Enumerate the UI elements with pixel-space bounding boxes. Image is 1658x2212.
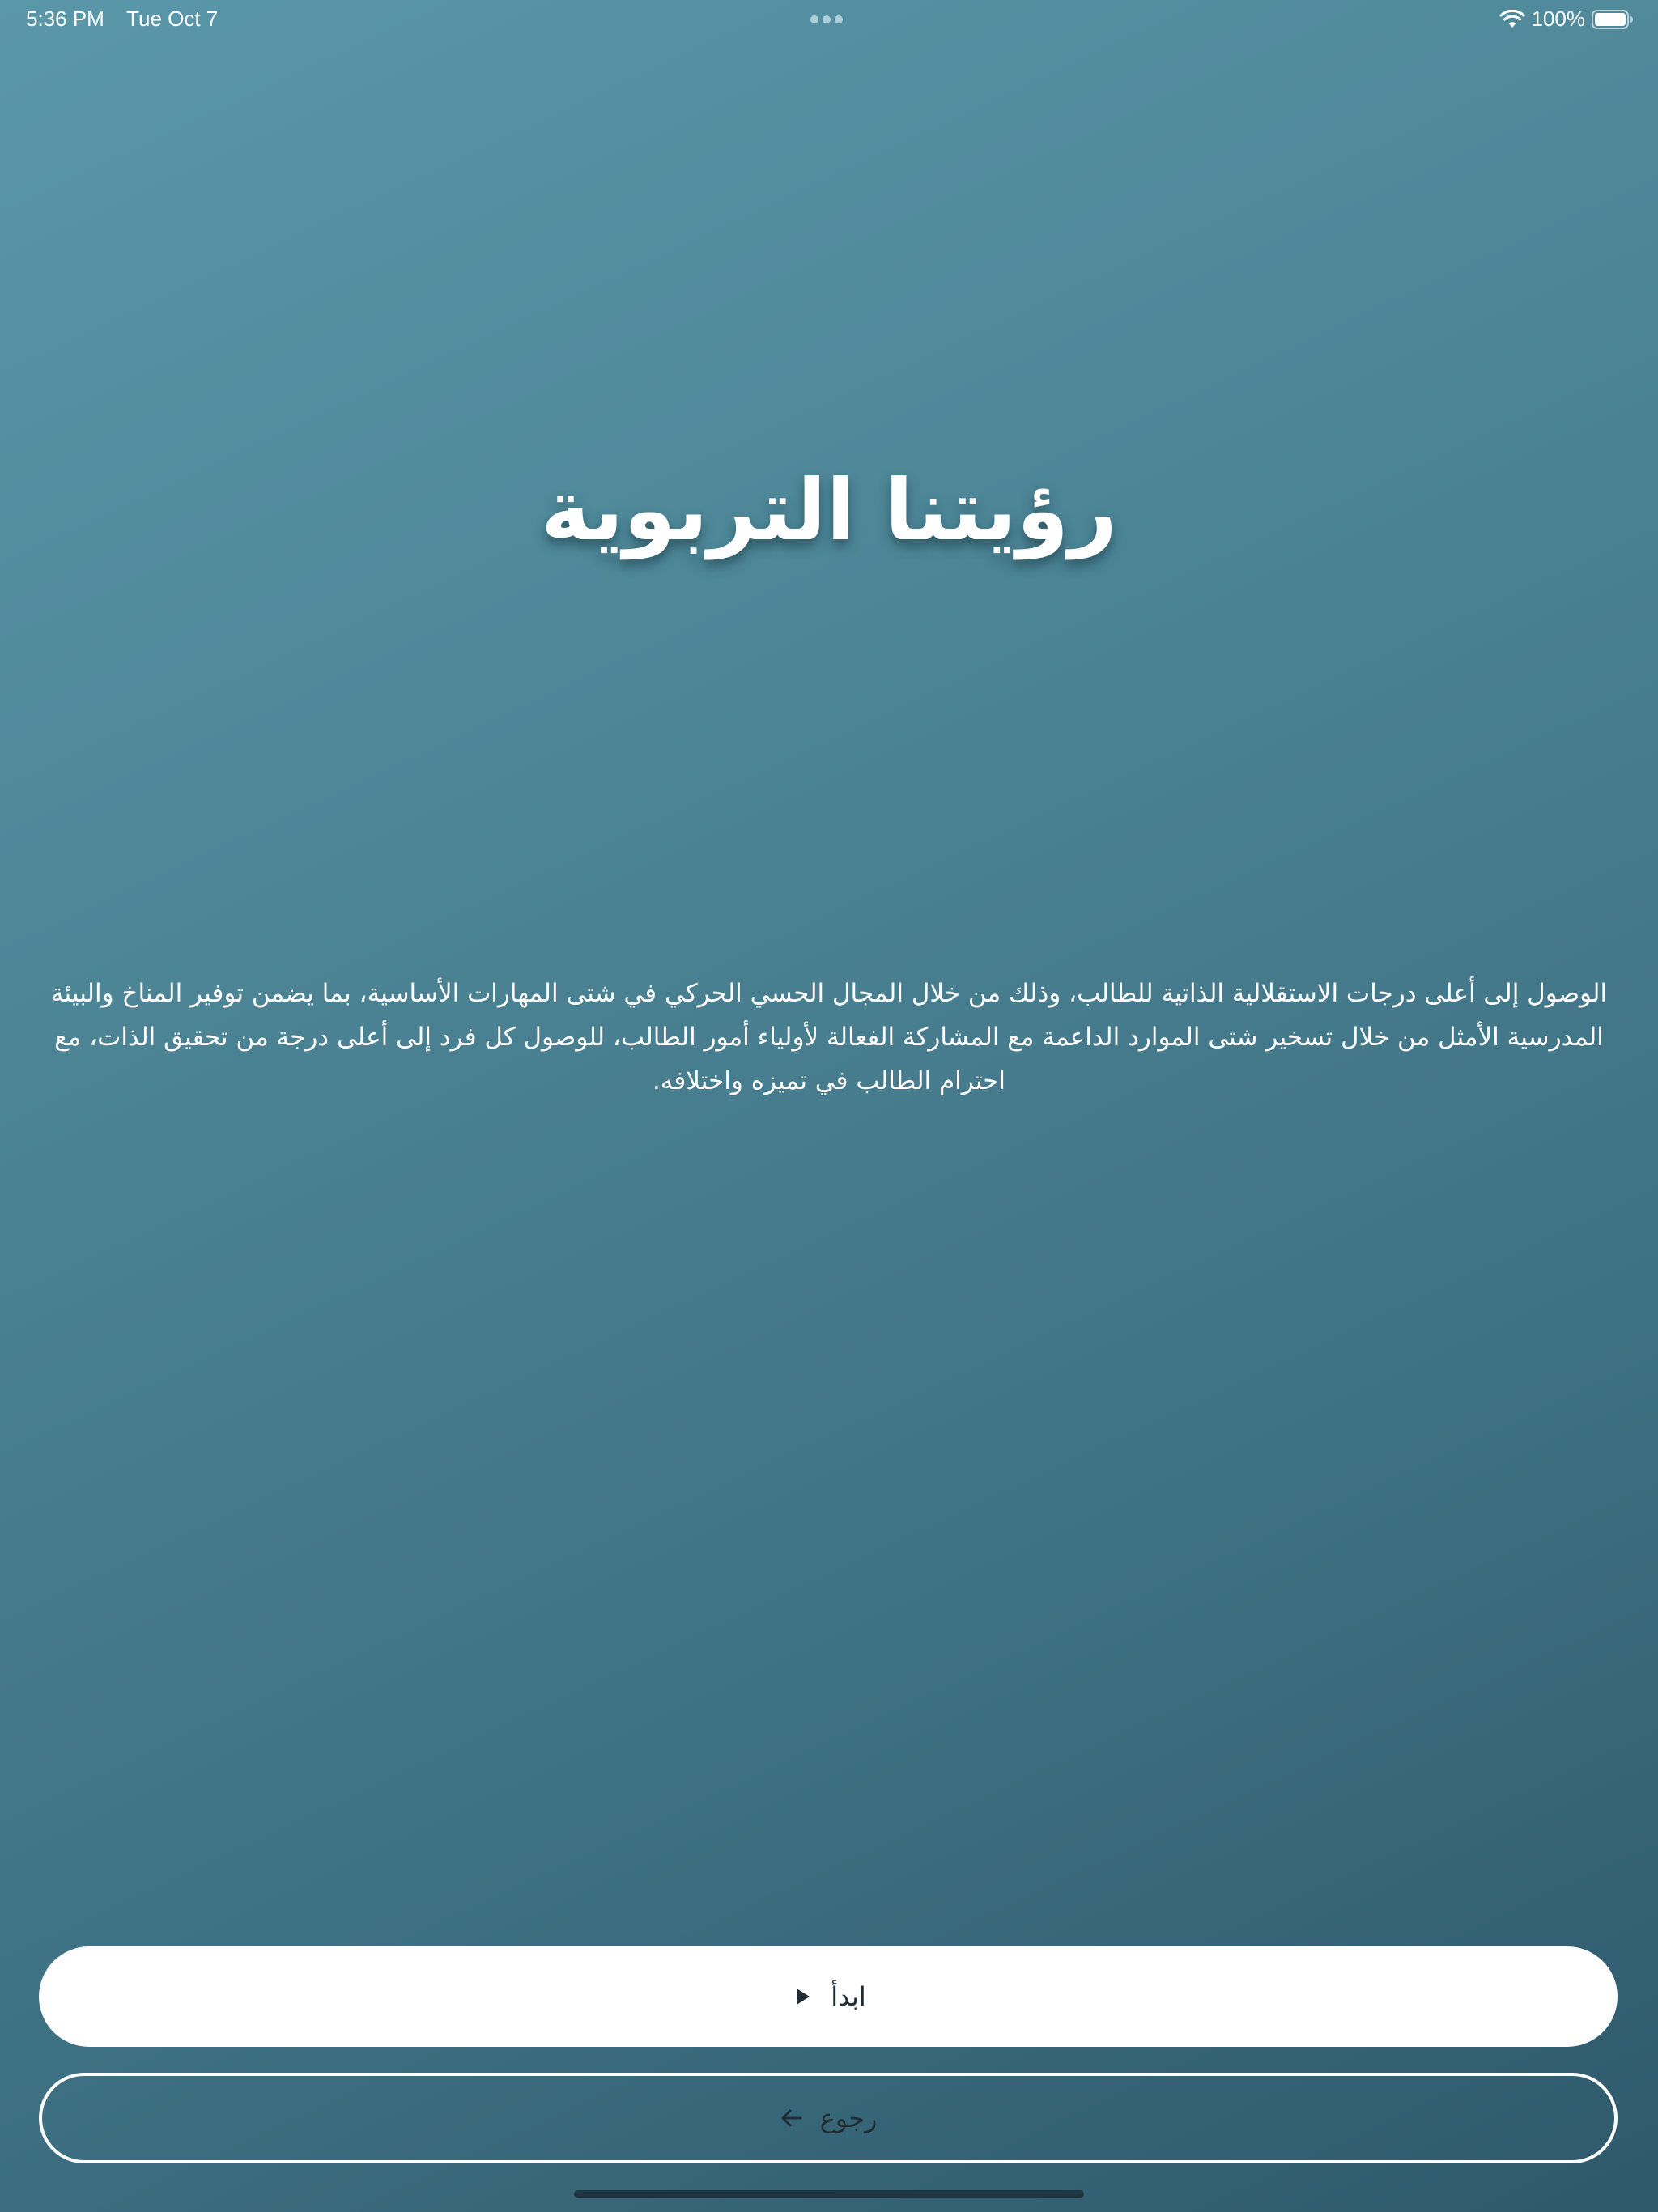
dot bbox=[835, 15, 843, 23]
start-button[interactable]: ابدأ bbox=[39, 1946, 1618, 2047]
status-bar: 5:36 PM Tue Oct 7 100% bbox=[0, 0, 1658, 40]
status-date: Tue Oct 7 bbox=[126, 6, 219, 31]
status-time-date: 5:36 PM Tue Oct 7 bbox=[26, 6, 218, 32]
status-indicators: 100% bbox=[1499, 6, 1635, 32]
home-indicator[interactable] bbox=[574, 2190, 1084, 2198]
wifi-icon bbox=[1499, 9, 1525, 28]
back-button[interactable]: رجوع bbox=[39, 2073, 1618, 2163]
back-button-label: رجوع bbox=[819, 2103, 878, 2133]
multitasking-dots[interactable] bbox=[810, 15, 843, 23]
start-button-label: ابدأ bbox=[831, 1981, 866, 2012]
battery-icon bbox=[1592, 9, 1633, 29]
arrow-left-icon bbox=[781, 2109, 802, 2127]
dot bbox=[810, 15, 818, 23]
battery-percentage: 100% bbox=[1531, 6, 1586, 31]
status-time: 5:36 PM bbox=[26, 6, 104, 31]
play-icon bbox=[797, 1989, 810, 2005]
vision-description: الوصول إلى أعلى درجات الاستقلالية الذاتي… bbox=[50, 979, 1608, 1095]
page-title: رؤيتنا التربوية bbox=[541, 461, 1117, 559]
dot bbox=[823, 15, 831, 23]
